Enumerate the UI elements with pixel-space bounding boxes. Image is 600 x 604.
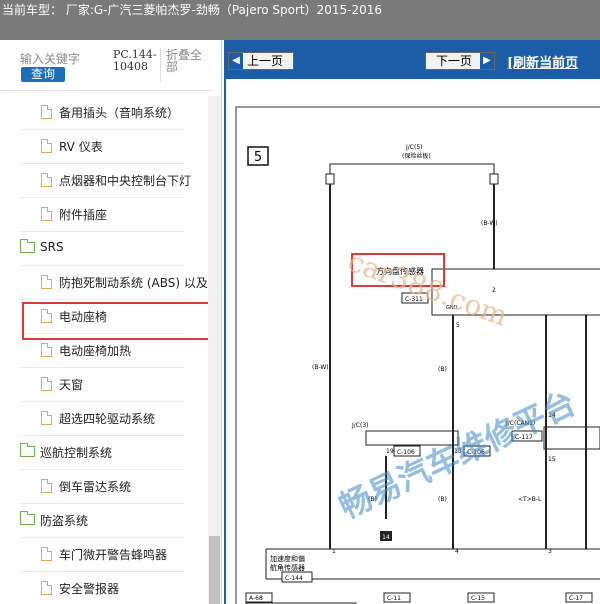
document-icon (41, 275, 52, 289)
tree-item-label: 天窗 (59, 378, 84, 392)
tree-item[interactable]: 防抱死制动系统 (ABS) 以及主动 (0, 266, 221, 300)
window-title-bar: 当前车型： 厂家:G-广汽三菱帕杰罗-劲畅（Pajero Sport）2015-… (0, 0, 600, 40)
label-b-3: (B) (438, 496, 447, 503)
document-icon (41, 343, 52, 357)
next-page-label: 下一页 (436, 54, 473, 68)
tree-item-label: SRS (40, 240, 64, 254)
arrow-right-icon: ▶ (480, 53, 494, 69)
document-icon (41, 207, 52, 221)
folder-icon (20, 511, 35, 525)
document-icon (41, 479, 52, 493)
label-bl: <T>B-L (518, 496, 542, 503)
folder-icon (20, 443, 35, 457)
label-pin2: 2 (492, 287, 496, 294)
label-pin1: 1 (332, 548, 336, 555)
label-accel-2: 航角传感器 (270, 563, 305, 572)
tree-item-label: 倒车雷达系统 (59, 480, 132, 494)
tree-item-label: 电动座椅加热 (59, 344, 132, 358)
tree-item[interactable]: 超选四轮驱动系统 (0, 402, 208, 436)
tree-item[interactable]: 点烟器和中央控制台下灯 (0, 164, 208, 198)
tree-item-label: 点烟器和中央控制台下灯 (59, 174, 192, 188)
label-bw-right: (B-W) (481, 220, 498, 227)
tree-item-label: 车门微开警告蜂鸣器 (59, 548, 168, 562)
tree-item[interactable]: 附件插座 (0, 198, 208, 232)
tree-folder[interactable]: SRS (0, 232, 208, 266)
pc-code-label: PC.144-10408 (113, 48, 157, 73)
collapse-all-button[interactable]: 折叠全部 (166, 49, 208, 73)
sidebar-scrollbar-thumb[interactable] (209, 536, 220, 604)
watermark-brand: 畅易汽车维修平台 (333, 384, 581, 527)
document-icon (41, 105, 52, 119)
divider (160, 48, 161, 82)
tree-item[interactable]: 车门微开警告蜂鸣器 (0, 538, 208, 572)
sidebar: 查询 PC.144-10408 折叠全部 备用插头（音响系统） RV 仪表点烟器和… (0, 40, 222, 604)
label-fuse: (保险丝板) (402, 152, 431, 160)
label-pin19: 19 (386, 448, 394, 455)
label-c15: C-15 (471, 595, 485, 602)
label-ground-14: 14 (382, 534, 390, 541)
tree-item-label: 附件插座 (59, 208, 108, 222)
tree-item-label: 防盗系统 (40, 514, 89, 528)
label-bw-left: (B-W) (312, 364, 329, 371)
tree-item-label: 备用插头（音响系统） (59, 106, 180, 120)
wiring-diagram: 5 J/C(5) (保险丝板) (B-W) (B-W) 方向盘传感器 2 C-3… (235, 106, 600, 604)
tree-item[interactable]: RV 仪表 (0, 130, 208, 164)
refresh-page-link[interactable]: [刷新当前页 (507, 52, 578, 71)
document-icon (41, 173, 52, 187)
tree-item-label: 安全警报器 (59, 582, 120, 596)
watermark-url: car388.com (344, 245, 512, 333)
sidebar-scrollbar[interactable] (208, 96, 221, 604)
document-icon (41, 139, 52, 153)
document-icon (41, 581, 52, 595)
tree-item-label: RV 仪表 (59, 140, 103, 154)
tree-item[interactable]: 备用插头（音响系统） (0, 96, 208, 130)
tree-item-label: 巡航控制系统 (40, 446, 113, 460)
label-pin15: 15 (548, 456, 556, 463)
document-icon (41, 411, 52, 425)
search-input[interactable] (20, 51, 110, 67)
document-icon (41, 309, 52, 323)
toolbar: ◀ 上一页 下一页 ▶ [刷新当前页 (224, 40, 600, 79)
prev-page-button[interactable]: ◀ 上一页 (228, 52, 294, 70)
document-icon (41, 377, 52, 391)
tree-item[interactable]: 天窗 (0, 368, 208, 402)
search-button[interactable]: 查询 (21, 67, 65, 82)
search-area: 查询 PC.144-10408 折叠全部 (0, 40, 221, 90)
label-accel-1: 加速度和偏 (270, 554, 305, 563)
tree-item-label: 防抱死制动系统 (ABS) 以及主动 (59, 276, 222, 290)
tree-item[interactable]: 电动座椅加热 (0, 334, 208, 368)
page-number: 5 (254, 150, 262, 165)
label-b-1: (B) (438, 366, 447, 373)
tree-view: 备用插头（音响系统） RV 仪表点烟器和中央控制台下灯 附件插座 SRS 防抱死制动系统… (0, 96, 221, 604)
tree-item[interactable]: 电动座椅 (0, 300, 208, 334)
label-c17: C-17 (569, 595, 583, 602)
content-panel: ◀ 上一页 下一页 ▶ [刷新当前页 5 J/C(5) (保险丝板) (B-W)… (224, 40, 600, 604)
label-a68: A-68 (249, 595, 263, 602)
label-jc3: J/C(3) (351, 422, 368, 429)
label-c144: C-144 (285, 575, 303, 582)
tree-folder[interactable]: 防盗系统 (0, 504, 208, 538)
next-page-button[interactable]: 下一页 ▶ (425, 52, 495, 70)
label-pin3: 3 (548, 548, 552, 555)
tree-item[interactable]: 安全警报器 (0, 572, 208, 604)
wiring-diagram-viewer: 5 J/C(5) (保险丝板) (B-W) (B-W) 方向盘传感器 2 C-3… (224, 79, 600, 604)
prev-page-label: 上一页 (247, 54, 284, 68)
tree-item[interactable]: 倒车雷达系统 (0, 470, 208, 504)
document-icon (41, 547, 52, 561)
arrow-left-icon: ◀ (229, 53, 243, 69)
label-pin5: 5 (456, 322, 460, 329)
window-title: 当前车型： 厂家:G-广汽三菱帕杰罗-劲畅（Pajero Sport）2015-… (2, 3, 383, 17)
tree-item-label: 超选四轮驱动系统 (59, 412, 156, 426)
label-jc5: J/C(5) (405, 144, 422, 151)
tree-folder[interactable]: 巡航控制系统 (0, 436, 208, 470)
folder-icon (20, 239, 35, 253)
tree-item-label: 电动座椅 (59, 310, 108, 324)
divider (0, 90, 212, 91)
label-pin4: 4 (455, 548, 459, 555)
label-c11: C-11 (387, 595, 401, 602)
